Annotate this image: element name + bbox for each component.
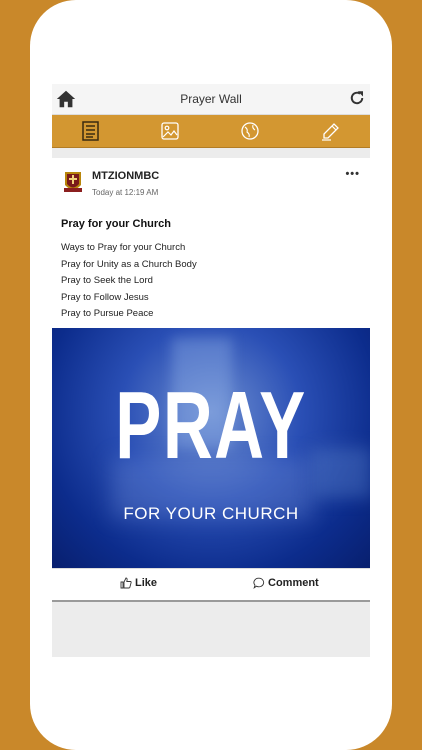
post-line: Pray for Unity as a Church Body: [61, 258, 197, 270]
comment-icon: [253, 577, 265, 589]
post-image[interactable]: PRAY FOR YOUR CHURCH: [52, 328, 370, 568]
more-icon[interactable]: •••: [345, 168, 360, 180]
image-icon[interactable]: [159, 121, 181, 141]
like-label: Like: [135, 577, 158, 589]
image-headline: PRAY: [115, 372, 307, 479]
feed-divider: [52, 600, 370, 602]
post-body: Ways to Pray for your Church Pray for Un…: [61, 240, 197, 323]
refresh-icon[interactable]: [348, 89, 366, 107]
post-line: Pray to Seek the Lord: [61, 275, 153, 286]
comment-label: Comment: [268, 577, 319, 589]
thumbs-up-icon: [120, 577, 132, 589]
post-line: Ways to Pray for your Church: [61, 242, 186, 253]
list-icon[interactable]: [81, 121, 103, 141]
image-subheadline: FOR YOUR CHURCH: [123, 504, 299, 523]
globe-icon[interactable]: [239, 121, 261, 141]
edit-icon[interactable]: [319, 121, 341, 141]
comment-button[interactable]: Comment: [253, 577, 319, 589]
church-logo-avatar: [64, 172, 82, 192]
app-screen: Prayer Wall MTZIONMBC Today at 12:19 AM …: [52, 84, 370, 657]
like-button[interactable]: Like: [120, 577, 157, 589]
page-title: Prayer Wall: [180, 92, 242, 106]
post-actions: Like Comment: [52, 568, 370, 601]
title-bar: Prayer Wall: [52, 84, 370, 115]
post-timestamp: Today at 12:19 AM: [92, 188, 159, 197]
post-line: Pray to Pursue Peace: [61, 308, 154, 319]
post-title: Pray for your Church: [61, 218, 172, 230]
tab-bar: [52, 115, 370, 148]
post-line: Pray to Follow Jesus: [61, 291, 149, 303]
post-author[interactable]: MTZIONMBC: [92, 170, 159, 182]
post-card: MTZIONMBC Today at 12:19 AM ••• Pray for…: [52, 158, 370, 601]
